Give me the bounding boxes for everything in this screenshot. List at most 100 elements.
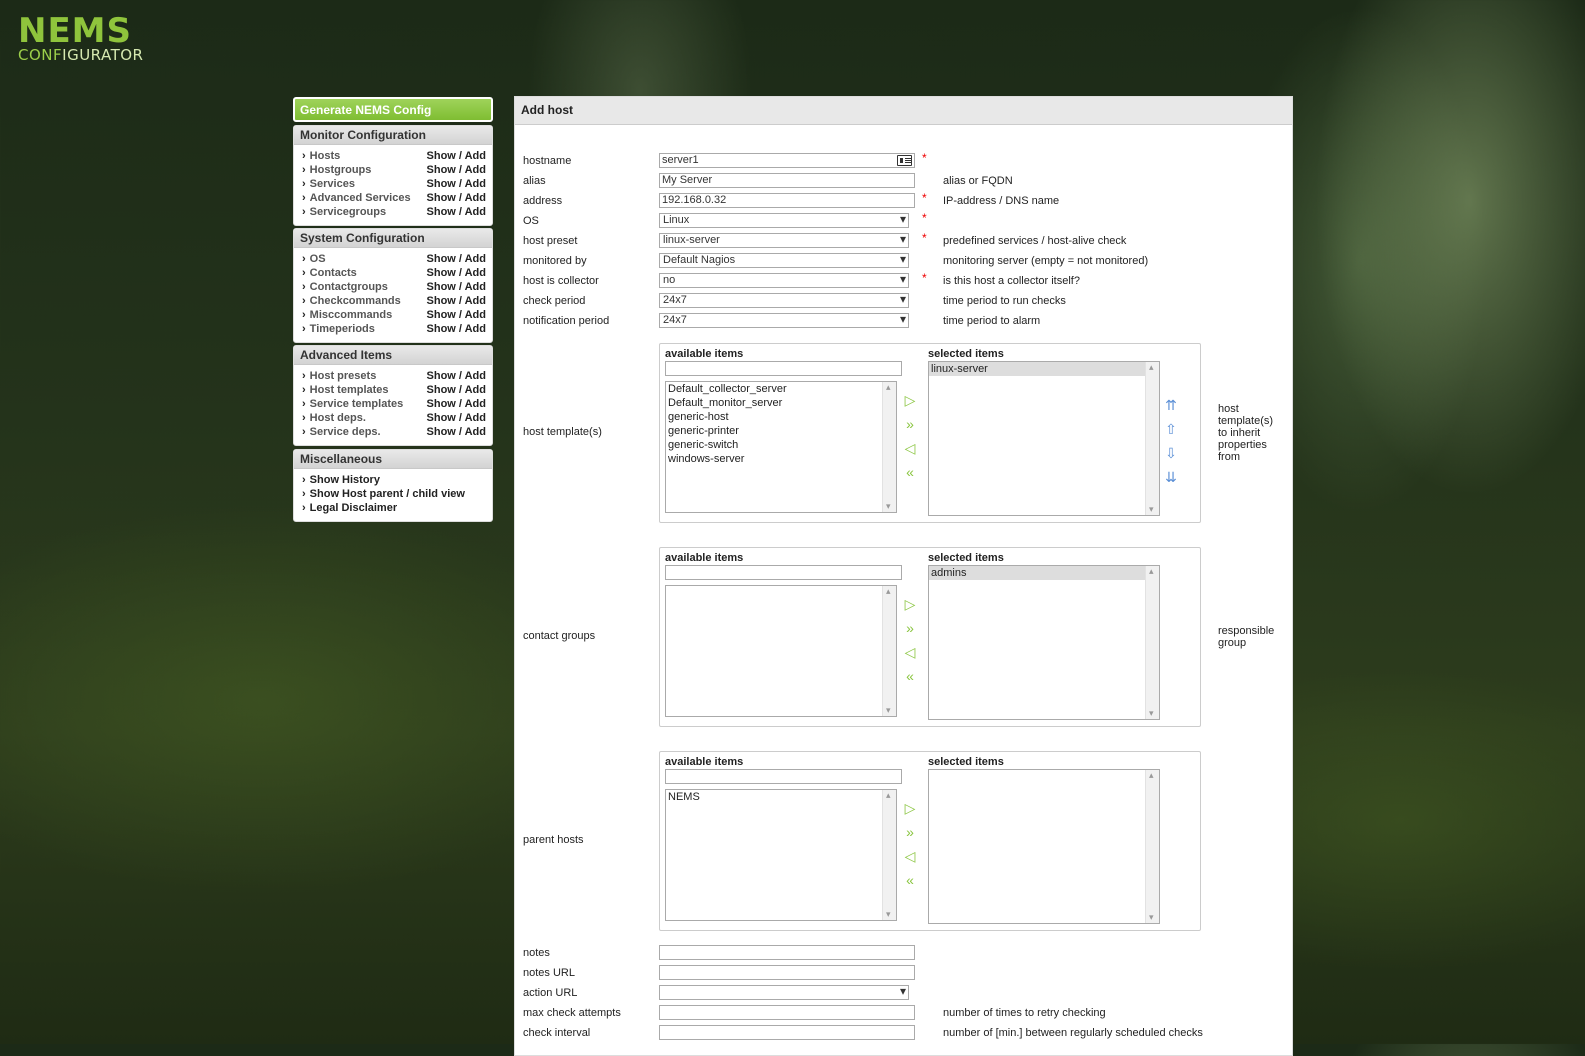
remove-all-arrow-icon[interactable]: «	[901, 464, 919, 480]
show-add-link[interactable]: Show / Add	[427, 295, 486, 309]
show-add-link[interactable]: Show / Add	[427, 370, 486, 384]
show-add-link[interactable]: Show / Add	[427, 426, 486, 440]
list-item[interactable]: Default_collector_server	[666, 382, 896, 396]
nems-logo[interactable]: NEMS CONFIGURATOR	[18, 14, 143, 63]
list-item[interactable]: generic-host	[666, 410, 896, 424]
sidebar-item-service-deps[interactable]: Service deps.Show / Add	[302, 426, 486, 440]
hostname-input[interactable]: server1	[659, 153, 915, 168]
available-filter-input[interactable]	[665, 361, 902, 376]
show-add-link[interactable]: Show / Add	[427, 164, 486, 178]
misc-title: Miscellaneous	[294, 450, 492, 469]
sidebar-item-hosts[interactable]: HostsShow / Add	[302, 150, 486, 164]
add-arrow-icon[interactable]: ▷	[901, 800, 919, 816]
scrollbar[interactable]	[882, 382, 896, 512]
sidebar-item-contactgroups[interactable]: ContactgroupsShow / Add	[302, 281, 486, 295]
list-item[interactable]: NEMS	[666, 790, 896, 804]
show-add-link[interactable]: Show / Add	[427, 412, 486, 426]
show-add-link[interactable]: Show / Add	[427, 384, 486, 398]
show-add-link[interactable]: Show / Add	[427, 398, 486, 412]
id-card-icon[interactable]	[897, 155, 912, 166]
scrollbar[interactable]	[1145, 362, 1159, 515]
available-items-list[interactable]: NEMS	[665, 789, 897, 921]
scrollbar[interactable]	[1145, 566, 1159, 719]
show-add-link[interactable]: Show / Add	[427, 150, 486, 164]
panel-title: Add host	[515, 97, 1292, 125]
remove-arrow-icon[interactable]: ◁	[901, 440, 919, 456]
available-filter-input[interactable]	[665, 769, 902, 784]
available-items-label: available items	[665, 348, 744, 360]
sidebar-item-contacts[interactable]: ContactsShow / Add	[302, 267, 486, 281]
sidebar-item-misccommands[interactable]: MisccommandsShow / Add	[302, 309, 486, 323]
scrollbar[interactable]	[882, 790, 896, 920]
parent-hosts-label: parent hosts	[523, 834, 584, 846]
check-interval-input[interactable]	[659, 1025, 915, 1040]
show-history-link[interactable]: Show History	[302, 474, 486, 488]
move-top-icon[interactable]: ⇈	[1162, 397, 1180, 413]
scrollbar[interactable]	[882, 586, 896, 716]
required-marker: *	[922, 191, 927, 205]
move-down-icon[interactable]: ⇩	[1162, 445, 1180, 461]
show-add-link[interactable]: Show / Add	[427, 267, 486, 281]
monitored-by-label: monitored by	[523, 255, 587, 267]
legal-disclaimer-link[interactable]: Legal Disclaimer	[302, 502, 486, 516]
add-all-arrow-icon[interactable]: »	[901, 620, 919, 636]
sidebar-item-host-presets[interactable]: Host presetsShow / Add	[302, 370, 486, 384]
move-up-icon[interactable]: ⇧	[1162, 421, 1180, 437]
add-all-arrow-icon[interactable]: »	[901, 416, 919, 432]
sidebar-item-service-templates[interactable]: Service templatesShow / Add	[302, 398, 486, 412]
remove-all-arrow-icon[interactable]: «	[901, 872, 919, 888]
show-add-link[interactable]: Show / Add	[427, 178, 486, 192]
address-input[interactable]: 192.168.0.32	[659, 193, 915, 208]
selected-items-list[interactable]: admins	[928, 565, 1160, 720]
selected-items-list[interactable]	[928, 769, 1160, 924]
sidebar-item-services[interactable]: ServicesShow / Add	[302, 178, 486, 192]
host-preset-select[interactable]: linux-server	[659, 233, 909, 248]
available-items-list[interactable]	[665, 585, 897, 717]
add-all-arrow-icon[interactable]: »	[901, 824, 919, 840]
show-add-link[interactable]: Show / Add	[427, 253, 486, 267]
move-bottom-icon[interactable]: ⇊	[1162, 469, 1180, 485]
remove-arrow-icon[interactable]: ◁	[901, 848, 919, 864]
sidebar-item-host-templates[interactable]: Host templatesShow / Add	[302, 384, 486, 398]
os-select[interactable]: Linux	[659, 213, 909, 228]
show-add-link[interactable]: Show / Add	[427, 281, 486, 295]
remove-arrow-icon[interactable]: ◁	[901, 644, 919, 660]
available-items-list[interactable]: Default_collector_server Default_monitor…	[665, 381, 897, 513]
alias-input[interactable]: My Server	[659, 173, 915, 188]
notification-period-select[interactable]: 24x7	[659, 313, 909, 328]
scrollbar[interactable]	[1145, 770, 1159, 923]
list-item[interactable]: windows-server	[666, 452, 896, 466]
action-url-select[interactable]	[659, 985, 909, 1000]
sidebar-item-timeperiods[interactable]: TimeperiodsShow / Add	[302, 323, 486, 337]
host-is-collector-select[interactable]: no	[659, 273, 909, 288]
list-item[interactable]: generic-printer	[666, 424, 896, 438]
selected-items-label: selected items	[928, 756, 1004, 768]
max-check-attempts-input[interactable]	[659, 1005, 915, 1020]
show-add-link[interactable]: Show / Add	[427, 206, 486, 220]
monitor-config-box: Monitor Configuration HostsShow / Add Ho…	[293, 125, 493, 226]
show-add-link[interactable]: Show / Add	[427, 192, 486, 206]
remove-all-arrow-icon[interactable]: «	[901, 668, 919, 684]
sidebar-item-checkcommands[interactable]: CheckcommandsShow / Add	[302, 295, 486, 309]
selected-items-list[interactable]: linux-server	[928, 361, 1160, 516]
sidebar-item-host-deps[interactable]: Host deps.Show / Add	[302, 412, 486, 426]
sidebar-item-hostgroups[interactable]: HostgroupsShow / Add	[302, 164, 486, 178]
show-add-link[interactable]: Show / Add	[427, 309, 486, 323]
monitored-by-select[interactable]: Default Nagios	[659, 253, 909, 268]
list-item[interactable]: linux-server	[929, 362, 1159, 376]
host-parent-child-link[interactable]: Show Host parent / child view	[302, 488, 486, 502]
add-arrow-icon[interactable]: ▷	[901, 596, 919, 612]
notes-input[interactable]	[659, 945, 915, 960]
sidebar-item-os[interactable]: OSShow / Add	[302, 253, 486, 267]
generate-config-button[interactable]: Generate NEMS Config	[293, 97, 493, 122]
notes-url-input[interactable]	[659, 965, 915, 980]
show-add-link[interactable]: Show / Add	[427, 323, 486, 337]
list-item[interactable]: Default_monitor_server	[666, 396, 896, 410]
add-arrow-icon[interactable]: ▷	[901, 392, 919, 408]
list-item[interactable]: admins	[929, 566, 1159, 580]
sidebar-item-servicegroups[interactable]: ServicegroupsShow / Add	[302, 206, 486, 220]
check-period-select[interactable]: 24x7	[659, 293, 909, 308]
list-item[interactable]: generic-switch	[666, 438, 896, 452]
available-filter-input[interactable]	[665, 565, 902, 580]
sidebar-item-advanced-services[interactable]: Advanced ServicesShow / Add	[302, 192, 486, 206]
